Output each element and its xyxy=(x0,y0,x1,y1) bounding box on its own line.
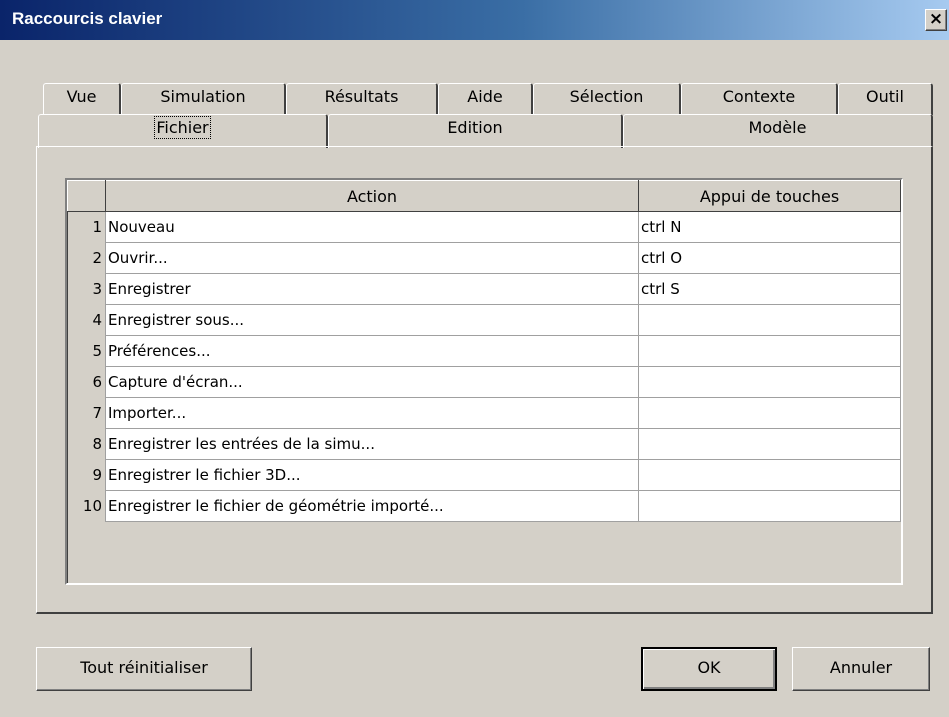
table-row[interactable]: 3 Enregistrer ctrl S xyxy=(67,273,901,305)
row-number: 5 xyxy=(67,335,106,367)
corner-header xyxy=(67,180,106,212)
tab-contexte[interactable]: Contexte xyxy=(681,83,838,115)
row-number: 1 xyxy=(67,211,106,243)
table-row[interactable]: 7 Importer... xyxy=(67,397,901,429)
row-number: 2 xyxy=(67,242,106,274)
keys-cell[interactable]: ctrl S xyxy=(638,273,901,305)
keys-cell[interactable] xyxy=(638,366,901,398)
row-number: 8 xyxy=(67,428,106,460)
action-cell[interactable]: Ouvrir... xyxy=(105,242,639,274)
ok-button[interactable]: OK xyxy=(641,647,777,691)
tab-aide[interactable]: Aide xyxy=(438,83,533,115)
tab-outil[interactable]: Outil xyxy=(838,83,933,115)
keys-cell[interactable]: ctrl N xyxy=(638,211,901,243)
keys-cell[interactable] xyxy=(638,335,901,367)
tab-resultats[interactable]: Résultats xyxy=(286,83,438,115)
keys-cell[interactable] xyxy=(638,428,901,460)
action-cell[interactable]: Enregistrer le fichier de géométrie impo… xyxy=(105,490,639,522)
reset-all-button[interactable]: Tout réinitialiser xyxy=(36,647,252,691)
close-icon[interactable]: × xyxy=(925,9,947,31)
row-number: 4 xyxy=(67,304,106,336)
table-row[interactable]: 9 Enregistrer le fichier 3D... xyxy=(67,459,901,491)
cancel-button[interactable]: Annuler xyxy=(792,647,930,691)
table-row[interactable]: 8 Enregistrer les entrées de la simu... xyxy=(67,428,901,460)
action-cell[interactable]: Enregistrer xyxy=(105,273,639,305)
tab-simulation[interactable]: Simulation xyxy=(121,83,286,115)
column-header-keys[interactable]: Appui de touches xyxy=(638,180,901,212)
row-number: 9 xyxy=(67,459,106,491)
table-row[interactable]: 2 Ouvrir... ctrl O xyxy=(67,242,901,274)
action-cell[interactable]: Préférences... xyxy=(105,335,639,367)
keys-cell[interactable] xyxy=(638,459,901,491)
action-cell[interactable]: Importer... xyxy=(105,397,639,429)
table-row[interactable]: 6 Capture d'écran... xyxy=(67,366,901,398)
row-number: 10 xyxy=(67,490,106,522)
row-number: 6 xyxy=(67,366,106,398)
action-cell[interactable]: Enregistrer les entrées de la simu... xyxy=(105,428,639,460)
tab-modele[interactable]: Modèle xyxy=(623,114,933,148)
shortcuts-table: Action Appui de touches 1 Nouveau ctrl N2O… xyxy=(67,180,901,522)
row-number: 7 xyxy=(67,397,106,429)
keys-cell[interactable] xyxy=(638,490,901,522)
action-cell[interactable]: Enregistrer le fichier 3D... xyxy=(105,459,639,491)
tab-selection[interactable]: Sélection xyxy=(533,83,681,115)
tab-vue[interactable]: Vue xyxy=(43,83,121,115)
tab-fichier[interactable]: Fichier xyxy=(38,114,328,148)
row-number: 3 xyxy=(67,273,106,305)
keys-cell[interactable] xyxy=(638,304,901,336)
table-row[interactable]: 4 Enregistrer sous... xyxy=(67,304,901,336)
table-row[interactable]: 1 Nouveau ctrl N xyxy=(67,211,901,243)
table-row[interactable]: 5 Préférences... xyxy=(67,335,901,367)
tab-edition[interactable]: Edition xyxy=(328,114,623,148)
keys-cell[interactable]: ctrl O xyxy=(638,242,901,274)
table-row[interactable]: 10 Enregistrer le fichier de géométrie im… xyxy=(67,490,901,522)
keys-cell[interactable] xyxy=(638,397,901,429)
action-cell[interactable]: Nouveau xyxy=(105,211,639,243)
action-cell[interactable]: Capture d'écran... xyxy=(105,366,639,398)
column-header-action[interactable]: Action xyxy=(105,180,639,212)
action-cell[interactable]: Enregistrer sous... xyxy=(105,304,639,336)
window-titlebar: Raccourcis clavier × xyxy=(0,0,949,40)
window-title: Raccourcis clavier xyxy=(12,9,163,28)
